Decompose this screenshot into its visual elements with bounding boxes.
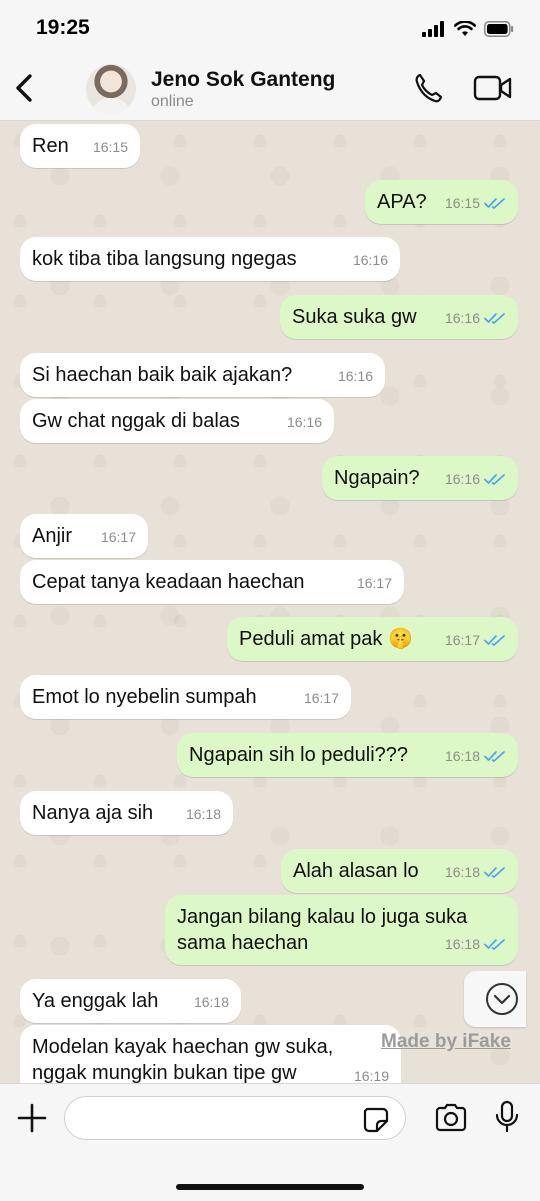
message-text: APA? xyxy=(377,191,427,213)
double-check-icon xyxy=(484,867,505,878)
message-time: 16:18 xyxy=(444,748,480,764)
message-bubble[interactable]: Anjir 16:17 xyxy=(20,514,148,558)
message-time: 16:19 xyxy=(353,1068,389,1083)
battery-icon xyxy=(484,21,514,37)
message-bubble[interactable]: Suka suka gw 16:16 xyxy=(280,295,518,339)
status-bar: 19:25 xyxy=(0,0,540,58)
message-time: 16:15 xyxy=(92,139,128,155)
message-bubble[interactable]: Alah alasan lo 16:18 xyxy=(281,849,518,893)
message-text: Suka suka gw xyxy=(292,306,417,328)
message-bubble[interactable]: Emot lo nyebelin sumpah 16:17 xyxy=(20,675,351,719)
chevron-left-icon[interactable] xyxy=(10,70,40,106)
message-bubble[interactable]: Cepat tanya keadaan haechan 16:17 xyxy=(20,560,404,604)
message-bubble[interactable]: Ngapain sih lo peduli??? 16:18 xyxy=(177,733,518,777)
message-text: Si haechan baik baik ajakan? xyxy=(32,364,293,386)
chat-area[interactable]: Ren 16:15 APA? 16:15 kok tiba tiba langs… xyxy=(0,121,540,1083)
message-bubble[interactable]: Si haechan baik baik ajakan? 16:16 xyxy=(20,353,385,397)
chevron-down-circle-icon xyxy=(486,983,518,1015)
message-time: 16:16 xyxy=(352,252,388,268)
wifi-icon xyxy=(454,21,476,36)
message-text: Nanya aja sih xyxy=(32,802,154,824)
watermark: Made by iFake xyxy=(381,1031,511,1052)
double-check-icon xyxy=(484,313,505,324)
message-text: Jangan bilang kalau lo juga suka sama ha… xyxy=(177,906,468,954)
message-time: 16:18 xyxy=(444,864,480,880)
message-time: 16:16 xyxy=(444,471,480,487)
contact-name[interactable]: Jeno Sok Ganteng xyxy=(151,68,335,92)
scroll-to-bottom-button[interactable] xyxy=(464,971,526,1027)
double-check-icon xyxy=(484,474,505,485)
message-text: Cepat tanya keadaan haechan xyxy=(32,571,305,593)
message-bubble[interactable]: Ren 16:15 xyxy=(20,124,140,168)
message-text: Anjir xyxy=(32,525,73,547)
message-time: 16:18 xyxy=(193,994,229,1010)
message-time: 16:16 xyxy=(444,310,480,326)
home-indicator xyxy=(176,1184,364,1190)
message-text: Ren xyxy=(32,135,69,157)
message-bubble[interactable]: Modelan kayak haechan gw suka, nggak mun… xyxy=(20,1025,401,1083)
message-time: 16:16 xyxy=(286,414,322,430)
message-bubble[interactable]: Gw chat nggak di balas 16:16 xyxy=(20,399,334,443)
message-bubble[interactable]: kok tiba tiba langsung ngegas 16:16 xyxy=(20,237,400,281)
signal-icon xyxy=(422,21,444,37)
message-bubble[interactable]: APA? 16:15 xyxy=(365,180,518,224)
message-time: 16:17 xyxy=(303,690,339,706)
message-bubble[interactable]: Ngapain? 16:16 xyxy=(322,456,518,500)
sticker-icon[interactable] xyxy=(362,1106,390,1134)
status-icons xyxy=(422,18,514,40)
message-text: Modelan kayak haechan gw suka, nggak mun… xyxy=(32,1036,334,1083)
message-time: 16:17 xyxy=(100,529,136,545)
message-text: Ngapain? xyxy=(334,467,420,489)
message-time: 16:18 xyxy=(444,936,480,952)
double-check-icon xyxy=(484,198,505,209)
status-time: 19:25 xyxy=(36,16,90,39)
message-text: kok tiba tiba langsung ngegas xyxy=(32,248,297,270)
message-bubble[interactable]: Ya enggak lah 16:18 xyxy=(20,979,241,1023)
message-bubble[interactable]: Nanya aja sih 16:18 xyxy=(20,791,233,835)
phone-icon[interactable] xyxy=(413,72,443,104)
contact-status: online xyxy=(151,93,194,110)
message-text: Peduli amat pak 🤫 xyxy=(239,628,413,650)
message-time: 16:16 xyxy=(337,368,373,384)
camera-icon[interactable] xyxy=(434,1103,468,1133)
message-text: Ya enggak lah xyxy=(32,990,159,1012)
microphone-icon[interactable] xyxy=(494,1100,520,1134)
message-text: Ngapain sih lo peduli??? xyxy=(189,744,409,766)
message-bubble[interactable]: Peduli amat pak 🤫 16:17 xyxy=(227,617,518,661)
message-bubble[interactable]: Jangan bilang kalau lo juga suka sama ha… xyxy=(165,895,518,965)
message-time: 16:17 xyxy=(444,632,480,648)
chat-header: Jeno Sok Ganteng online xyxy=(0,58,540,121)
message-time: 16:15 xyxy=(444,195,480,211)
message-text: Emot lo nyebelin sumpah xyxy=(32,686,257,708)
message-input[interactable] xyxy=(64,1096,406,1140)
double-check-icon xyxy=(484,751,505,762)
message-time: 16:18 xyxy=(185,806,221,822)
message-time: 16:17 xyxy=(356,575,392,591)
video-camera-icon[interactable] xyxy=(473,74,513,102)
double-check-icon xyxy=(484,635,505,646)
input-bar xyxy=(0,1083,540,1201)
double-check-icon xyxy=(484,939,505,950)
plus-icon[interactable] xyxy=(16,1102,48,1134)
avatar[interactable] xyxy=(86,64,136,114)
message-text: Gw chat nggak di balas xyxy=(32,410,240,432)
message-text: Alah alasan lo xyxy=(293,860,419,882)
